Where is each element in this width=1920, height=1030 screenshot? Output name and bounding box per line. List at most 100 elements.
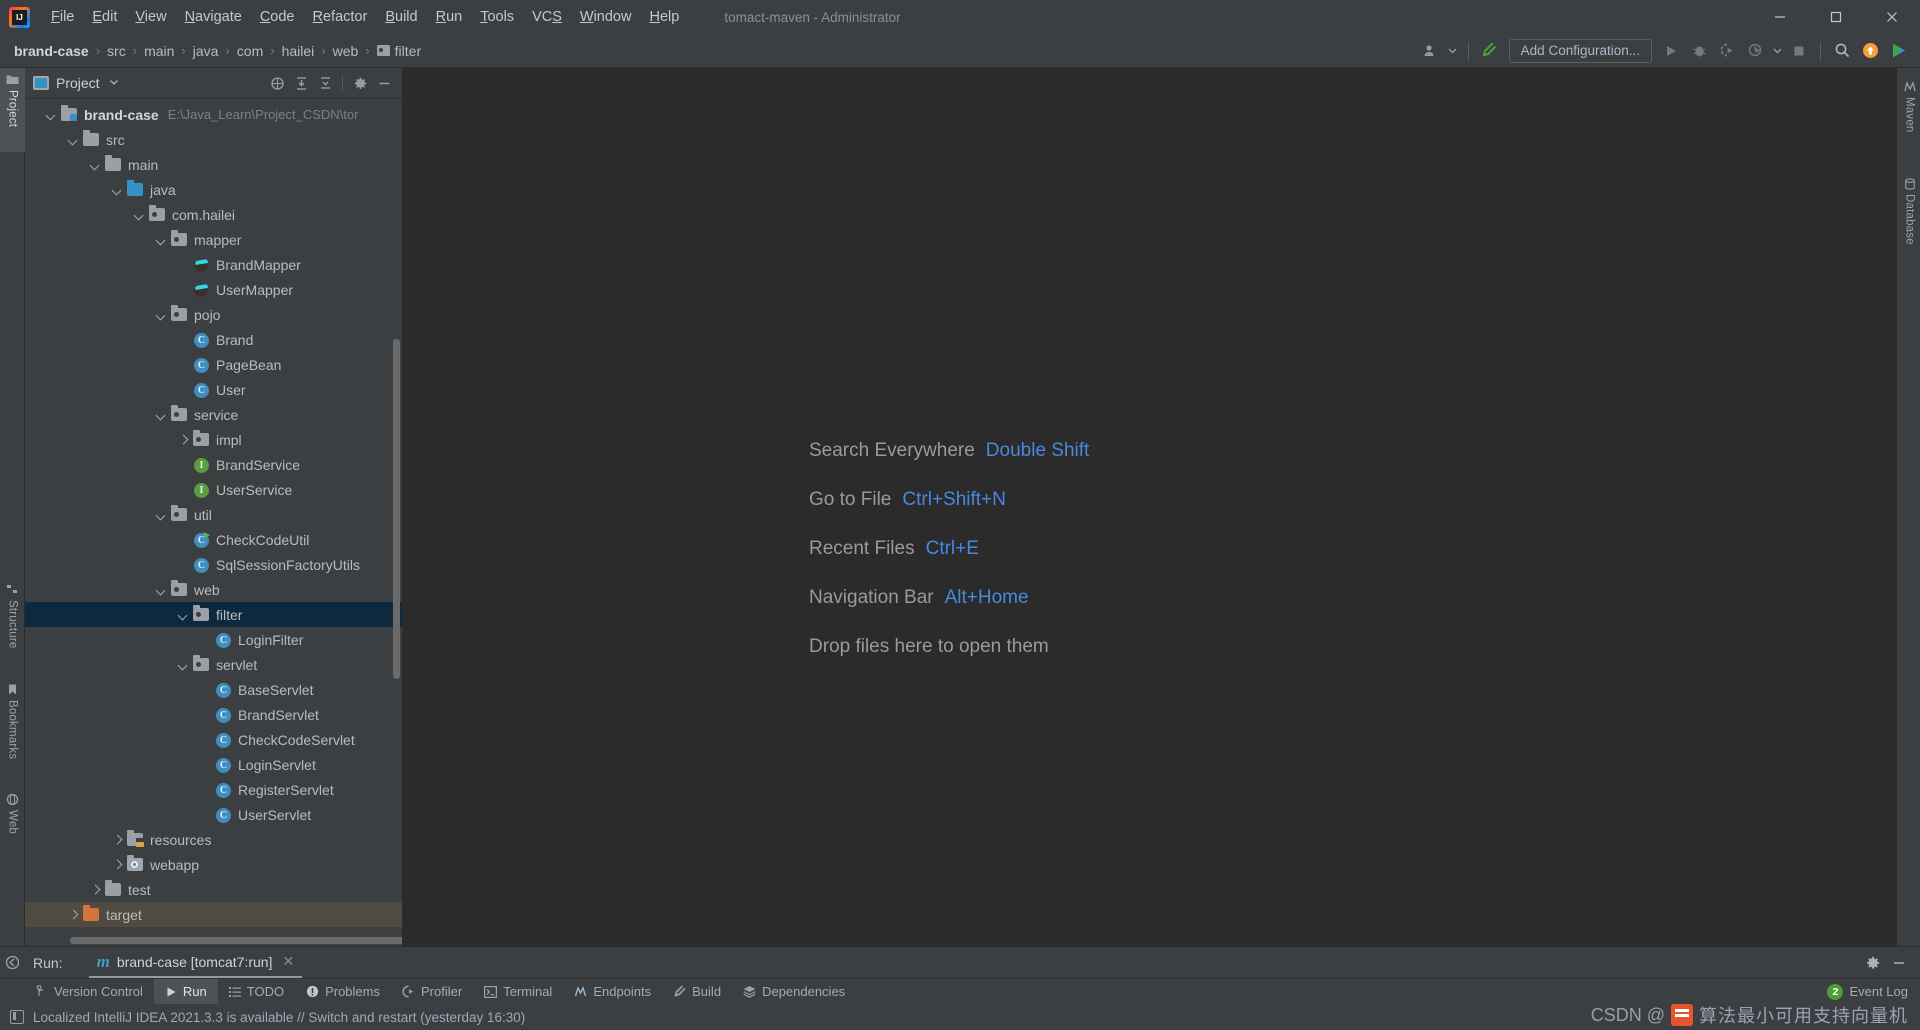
tool-tab-bookmarks[interactable]: Bookmarks (0, 678, 25, 776)
chevron-down-icon[interactable] (177, 658, 190, 671)
tree-row-baseservlet[interactable]: C BaseServlet (25, 677, 402, 702)
menu-code[interactable]: Code (251, 6, 304, 28)
tree-row-test[interactable]: test (25, 877, 402, 902)
bottom-tab-version-control[interactable]: Version Control (25, 979, 154, 1005)
bottom-tab-build[interactable]: Build (662, 979, 732, 1005)
tree-row-brandmapper[interactable]: BrandMapper (25, 252, 402, 277)
tree-row-resources[interactable]: resources (25, 827, 402, 852)
editor-hint-shortcut[interactable]: Alt+Home (945, 587, 1029, 609)
debug-icon[interactable] (1686, 38, 1712, 64)
tool-tab-maven[interactable]: Maven (1897, 76, 1920, 138)
stop-icon[interactable] (1786, 38, 1812, 64)
tool-tab-web[interactable]: Web (0, 788, 25, 850)
chevron-down-icon[interactable] (155, 308, 168, 321)
tree-vertical-scrollbar[interactable] (393, 339, 400, 679)
project-tree[interactable]: brand-case E:\Java_Learn\Project_CSDN\tor… (25, 99, 402, 946)
run-with-coverage-icon[interactable] (1714, 38, 1740, 64)
settings-gear-icon[interactable] (348, 71, 372, 95)
tool-tab-database[interactable]: Database (1897, 173, 1920, 257)
profile-icon[interactable] (1742, 38, 1768, 64)
tree-row-util[interactable]: util (25, 502, 402, 527)
bottom-tab-profiler[interactable]: Profiler (391, 979, 473, 1005)
hide-toolwindow-icon[interactable] (0, 947, 25, 978)
tree-row-user[interactable]: C User (25, 377, 402, 402)
bottom-tab-run[interactable]: Run (153, 978, 218, 1005)
chevron-down-icon[interactable] (1770, 38, 1784, 64)
event-log-area[interactable]: 2 Event Log (1827, 983, 1920, 1000)
menu-vcs[interactable]: VCS (523, 6, 571, 28)
tree-row-checkcodeutil[interactable]: C CheckCodeUtil (25, 527, 402, 552)
menu-help[interactable]: Help (640, 6, 688, 28)
menu-edit[interactable]: Edit (83, 6, 126, 28)
event-log-label[interactable]: Event Log (1849, 984, 1908, 999)
expand-all-icon[interactable] (289, 71, 313, 95)
chevron-down-icon[interactable] (89, 158, 102, 171)
tool-tab-project[interactable]: Project (0, 68, 25, 152)
hide-panel-icon[interactable] (372, 71, 396, 95)
tree-row-web[interactable]: web (25, 577, 402, 602)
tree-row-impl[interactable]: impl (25, 427, 402, 452)
tree-row-filter[interactable]: filter (25, 602, 402, 627)
breadcrumb-item-filter[interactable]: filter (376, 43, 421, 59)
tree-row-pagebean[interactable]: C PageBean (25, 352, 402, 377)
editor-hint-shortcut[interactable]: Double Shift (986, 440, 1090, 462)
tree-row-userservice[interactable]: I UserService (25, 477, 402, 502)
breadcrumb-item-web[interactable]: web (333, 43, 359, 59)
tree-row-java[interactable]: java (25, 177, 402, 202)
tree-row-pojo[interactable]: pojo (25, 302, 402, 327)
editor-hint-shortcut[interactable]: Ctrl+Shift+N (902, 489, 1005, 511)
run-tab[interactable]: m brand-case [tomcat7:run] ✕ (88, 947, 303, 978)
chevron-down-icon[interactable] (177, 608, 190, 621)
menu-build[interactable]: Build (376, 6, 426, 28)
bottom-tab-problems[interactable]: Problems (295, 979, 391, 1005)
bottom-tab-terminal[interactable]: Terminal (473, 979, 563, 1005)
tree-row-usermapper[interactable]: UserMapper (25, 277, 402, 302)
breadcrumb-item-src[interactable]: src (107, 43, 126, 59)
menu-window[interactable]: Window (571, 6, 641, 28)
tree-row-registerservlet[interactable]: C RegisterServlet (25, 777, 402, 802)
tree-row-service[interactable]: service (25, 402, 402, 427)
breadcrumb-item-java[interactable]: java (193, 43, 219, 59)
menu-navigate[interactable]: Navigate (176, 6, 251, 28)
tree-row-main[interactable]: main (25, 152, 402, 177)
chevron-right-icon[interactable] (177, 433, 190, 446)
notification-icon[interactable] (10, 1010, 24, 1024)
chevron-right-icon[interactable] (111, 833, 124, 846)
scroll-from-source-icon[interactable] (265, 71, 289, 95)
tree-row-brand-case[interactable]: brand-case E:\Java_Learn\Project_CSDN\tor (25, 102, 402, 127)
tree-row-servlet[interactable]: servlet (25, 652, 402, 677)
tree-row-target[interactable]: target (25, 902, 402, 927)
chevron-down-icon[interactable] (155, 233, 168, 246)
chevron-right-icon[interactable] (67, 908, 80, 921)
bottom-tab-todo[interactable]: TODO (218, 979, 295, 1005)
user-settings-icon[interactable] (1418, 38, 1444, 64)
settings-gear-icon[interactable] (1860, 950, 1886, 976)
chevron-down-icon[interactable] (155, 408, 168, 421)
tree-row-brand[interactable]: C Brand (25, 327, 402, 352)
editor-hint-shortcut[interactable]: Ctrl+E (926, 538, 979, 560)
chevron-down-icon[interactable] (155, 508, 168, 521)
close-icon[interactable]: ✕ (282, 953, 294, 970)
chevron-down-icon[interactable] (155, 583, 168, 596)
bottom-tab-endpoints[interactable]: Endpoints (563, 979, 662, 1005)
chevron-right-icon[interactable] (89, 883, 102, 896)
chevron-down-icon[interactable] (45, 108, 58, 121)
minimize-button[interactable] (1752, 0, 1808, 34)
bottom-tab-dependencies[interactable]: Dependencies (732, 979, 856, 1005)
breadcrumb-item-hailei[interactable]: hailei (282, 43, 315, 59)
breadcrumb-item-com[interactable]: com (237, 43, 263, 59)
tree-row-src[interactable]: src (25, 127, 402, 152)
search-icon[interactable] (1829, 38, 1855, 64)
menu-refactor[interactable]: Refactor (304, 6, 377, 28)
breadcrumb-item-main[interactable]: main (144, 43, 174, 59)
ide-features-trainer-icon[interactable] (1885, 38, 1911, 64)
tree-row-brandservlet[interactable]: C BrandServlet (25, 702, 402, 727)
hide-icon[interactable] (1886, 950, 1912, 976)
tree-row-checkcodeservlet[interactable]: C CheckCodeServlet (25, 727, 402, 752)
menu-view[interactable]: View (126, 6, 175, 28)
update-available-icon[interactable] (1857, 38, 1883, 64)
tree-row-userservlet[interactable]: C UserServlet (25, 802, 402, 827)
status-message[interactable]: Localized IntelliJ IDEA 2021.3.3 is avai… (33, 1010, 525, 1025)
menu-tools[interactable]: Tools (471, 6, 523, 28)
menu-run[interactable]: Run (427, 6, 472, 28)
